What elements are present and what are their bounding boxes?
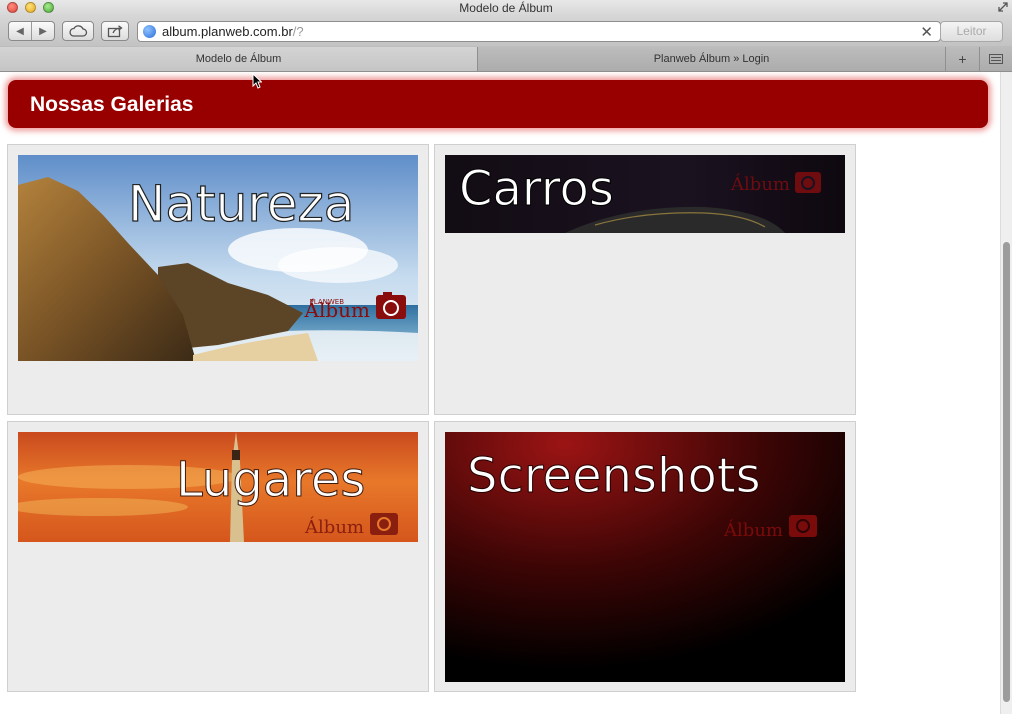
window-title: Modelo de Álbum bbox=[459, 1, 553, 15]
url-text[interactable]: album.planweb.com.br/? bbox=[162, 24, 304, 39]
page-scrollbar[interactable] bbox=[1000, 72, 1012, 714]
gallery-card-screenshots[interactable]: Screenshots Álbum bbox=[434, 421, 856, 692]
back-icon: ◀ bbox=[16, 25, 24, 37]
gallery-title-screenshots: Screenshots bbox=[467, 448, 761, 504]
back-button[interactable]: ◀ bbox=[9, 22, 31, 40]
gallery-title-natureza: Natureza bbox=[128, 175, 354, 233]
gallery-card-carros[interactable]: Carros Álbum bbox=[434, 144, 856, 415]
forward-icon: ▶ bbox=[39, 25, 47, 37]
brand-album-text: Álbum bbox=[723, 518, 783, 541]
reader-button[interactable]: Leitor bbox=[940, 21, 1003, 42]
url-host: album.planweb.com.br bbox=[162, 24, 293, 39]
gallery-card-lugares[interactable]: Lugares Álbum bbox=[7, 421, 429, 692]
tab-planweb-login[interactable]: Planweb Álbum » Login bbox=[478, 47, 946, 71]
browser-toolbar: ◀ ▶ album.planweb.com.br/? ✕ Leitor bbox=[0, 16, 1012, 46]
gallery-card-natureza[interactable]: Natureza PLANWEB Álbum bbox=[7, 144, 429, 415]
camera-icon bbox=[370, 513, 398, 535]
camera-icon bbox=[795, 172, 821, 193]
forward-button[interactable]: ▶ bbox=[31, 22, 54, 40]
gallery-title-lugares: Lugares bbox=[176, 452, 365, 508]
page-title: Nossas Galerias bbox=[30, 93, 194, 116]
tab-modelo-de-album[interactable]: Modelo de Álbum bbox=[0, 47, 478, 71]
gallery-banner-screenshots[interactable]: Screenshots Álbum bbox=[445, 432, 845, 682]
icloud-tabs-button[interactable] bbox=[62, 21, 94, 41]
fullscreen-icon[interactable] bbox=[998, 2, 1008, 12]
brand-album-text: Álbum bbox=[304, 515, 364, 538]
brand-album-text: Álbum bbox=[730, 172, 790, 195]
scrollbar-thumb[interactable] bbox=[1003, 242, 1010, 702]
clear-icon[interactable]: ✕ bbox=[920, 23, 933, 41]
back-forward-group: ◀ ▶ bbox=[8, 21, 55, 41]
tab-bar: Modelo de Álbum Planweb Álbum » Login + bbox=[0, 46, 1012, 72]
gallery-banner-carros[interactable]: Carros Álbum bbox=[445, 155, 845, 233]
mouse-cursor-icon bbox=[252, 73, 262, 89]
gallery-title-carros: Carros bbox=[459, 161, 614, 217]
globe-icon bbox=[143, 25, 156, 38]
window-titlebar: Modelo de Álbum bbox=[0, 0, 1012, 16]
share-button[interactable] bbox=[101, 21, 129, 41]
add-tab-icon[interactable]: + bbox=[946, 47, 980, 71]
gallery-banner-natureza[interactable]: Natureza PLANWEB Álbum bbox=[18, 155, 418, 361]
camera-icon bbox=[376, 292, 406, 319]
tab-overview-button[interactable] bbox=[980, 47, 1012, 71]
share-icon bbox=[107, 24, 123, 37]
brand-album-text: Álbum bbox=[304, 298, 371, 322]
page-viewport: Nossas Galerias Natureza PLANWEB Álbum C… bbox=[0, 72, 1000, 714]
cloud-icon bbox=[69, 25, 88, 37]
page-header: Nossas Galerias bbox=[8, 80, 988, 128]
camera-icon bbox=[789, 515, 817, 537]
url-path: /? bbox=[292, 24, 304, 39]
tab-overview-icon bbox=[989, 54, 1003, 64]
gallery-banner-lugares[interactable]: Lugares Álbum bbox=[18, 432, 418, 542]
address-bar[interactable]: album.planweb.com.br/? ✕ bbox=[137, 21, 941, 42]
